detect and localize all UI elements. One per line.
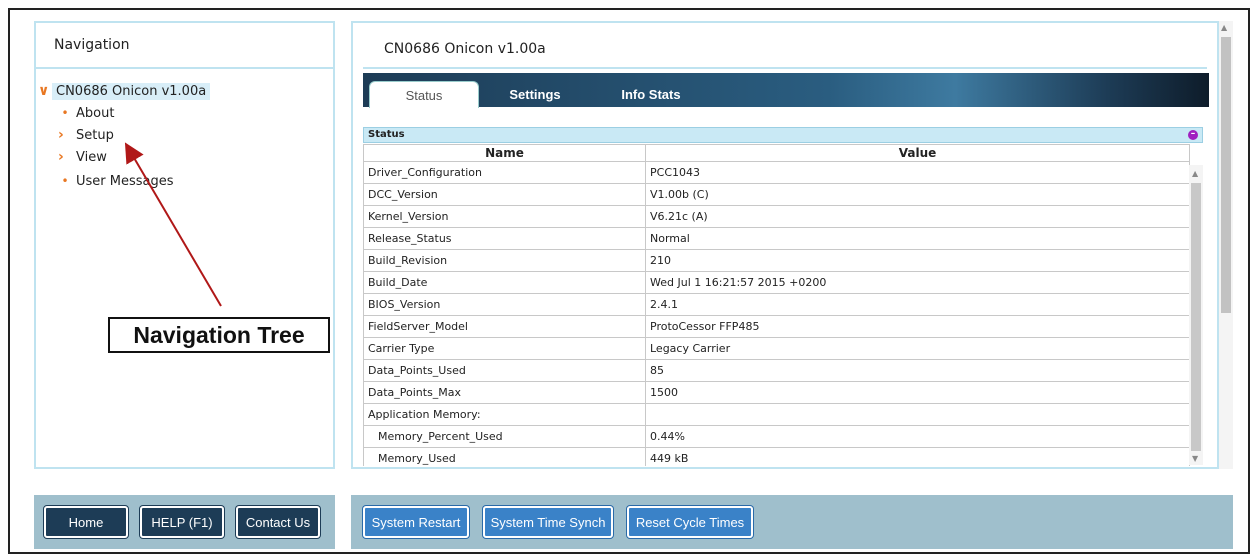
status-table-container: Name Value Driver_Configuration PCC1043 D…: [363, 144, 1203, 466]
table-row: Build_Date Wed Jul 1 16:21:57 2015 +0200: [363, 271, 1190, 294]
cell-name: Application Memory:: [363, 403, 646, 426]
tree-item-view[interactable]: › View: [58, 147, 107, 167]
cell-name: Memory_Percent_Used: [363, 425, 646, 448]
status-section-title: Status: [368, 129, 405, 140]
cell-name: Build_Date: [363, 271, 646, 294]
status-table: Name Value Driver_Configuration PCC1043 D…: [363, 144, 1190, 466]
cell-value: [645, 403, 1190, 426]
navigation-title: Navigation: [54, 37, 130, 53]
table-row: Carrier Type Legacy Carrier: [363, 337, 1190, 360]
cell-value: 449 kB: [645, 447, 1190, 466]
tab-status[interactable]: Status: [369, 81, 479, 108]
table-row: Application Memory:: [363, 403, 1190, 426]
contact-us-button[interactable]: Contact Us: [236, 506, 320, 538]
table-row: Memory_Percent_Used 0.44%: [363, 425, 1190, 448]
cell-name: Carrier Type: [363, 337, 646, 360]
scroll-down-icon[interactable]: ▼: [1192, 454, 1198, 463]
cell-value: PCC1043: [645, 161, 1190, 184]
table-row: FieldServer_Model ProtoCessor FFP485: [363, 315, 1190, 338]
table-row: BIOS_Version 2.4.1: [363, 293, 1190, 316]
cell-name: Release_Status: [363, 227, 646, 250]
cell-value: Legacy Carrier: [645, 337, 1190, 360]
cell-name: Driver_Configuration: [363, 161, 646, 184]
tree-item-label[interactable]: User Messages: [76, 174, 174, 189]
cell-name: FieldServer_Model: [363, 315, 646, 338]
table-header-row: Name Value: [363, 144, 1190, 162]
tree-item-about[interactable]: • About: [58, 103, 114, 123]
cell-value: V1.00b (C): [645, 183, 1190, 206]
home-button[interactable]: Home: [44, 506, 128, 538]
table-row: Kernel_Version V6.21c (A): [363, 205, 1190, 228]
cell-value: 1500: [645, 381, 1190, 404]
cell-name: BIOS_Version: [363, 293, 646, 316]
cell-value: Wed Jul 1 16:21:57 2015 +0200: [645, 271, 1190, 294]
cell-name: Build_Revision: [363, 249, 646, 272]
scroll-up-icon[interactable]: ▲: [1192, 169, 1198, 178]
cell-value: Normal: [645, 227, 1190, 250]
table-row: Data_Points_Max 1500: [363, 381, 1190, 404]
cell-value: ProtoCessor FFP485: [645, 315, 1190, 338]
table-scroll-thumb[interactable]: [1191, 183, 1201, 451]
table-row: Data_Points_Used 85: [363, 359, 1190, 382]
page-scroll-thumb[interactable]: [1221, 37, 1231, 313]
column-header-name: Name: [363, 144, 646, 162]
navigation-panel: Navigation ∨ CN0686 Onicon v1.00a • Abou…: [34, 21, 335, 469]
cell-value: 2.4.1: [645, 293, 1190, 316]
table-row: DCC_Version V1.00b (C): [363, 183, 1190, 206]
cell-name: Data_Points_Used: [363, 359, 646, 382]
tree-root[interactable]: ∨ CN0686 Onicon v1.00a: [36, 81, 211, 101]
table-scrollbar[interactable]: ▲ ▼: [1189, 165, 1203, 465]
table-row: Release_Status Normal: [363, 227, 1190, 250]
cell-value: 0.44%: [645, 425, 1190, 448]
tab-bar: Status Settings Info Stats: [363, 73, 1209, 108]
tree-item-setup[interactable]: › Setup: [58, 125, 114, 145]
divider: [36, 67, 333, 69]
main-panel: CN0686 Onicon v1.00a Status Settings Inf…: [351, 21, 1219, 469]
tree-root-label[interactable]: CN0686 Onicon v1.00a: [52, 82, 211, 100]
help-button[interactable]: HELP (F1): [140, 506, 224, 538]
footer-left-bar: Home HELP (F1) Contact Us: [34, 495, 335, 549]
chevron-down-icon[interactable]: ∨: [38, 83, 52, 99]
scroll-up-icon[interactable]: ▲: [1221, 23, 1227, 32]
collapse-icon[interactable]: –: [1188, 130, 1198, 140]
page-title: CN0686 Onicon v1.00a: [384, 41, 546, 57]
cell-name: Data_Points_Max: [363, 381, 646, 404]
chevron-right-icon[interactable]: ›: [58, 149, 72, 165]
tree-item-user-messages[interactable]: • User Messages: [58, 171, 174, 191]
page-scrollbar[interactable]: ▲: [1219, 21, 1233, 469]
cell-value: 85: [645, 359, 1190, 382]
tree-item-label[interactable]: View: [76, 150, 107, 165]
cell-name: Memory_Used: [363, 447, 646, 466]
divider: [363, 67, 1207, 69]
table-row: Driver_Configuration PCC1043: [363, 161, 1190, 184]
tab-info-stats[interactable]: Info Stats: [611, 81, 691, 107]
reset-cycle-times-button[interactable]: Reset Cycle Times: [627, 506, 753, 538]
tree-item-label[interactable]: About: [76, 106, 114, 121]
system-time-synch-button[interactable]: System Time Synch: [483, 506, 613, 538]
column-header-value: Value: [645, 144, 1190, 162]
cell-name: Kernel_Version: [363, 205, 646, 228]
bullet-icon: •: [61, 106, 69, 120]
table-row: Build_Revision 210: [363, 249, 1190, 272]
status-section-header[interactable]: Status –: [363, 127, 1203, 143]
table-row: Memory_Used 449 kB: [363, 447, 1190, 466]
tree-item-label[interactable]: Setup: [76, 128, 114, 143]
cell-value: V6.21c (A): [645, 205, 1190, 228]
annotation-label: Navigation Tree: [108, 317, 330, 353]
cell-value: 210: [645, 249, 1190, 272]
bullet-icon: •: [61, 174, 69, 188]
footer-right-bar: System Restart System Time Synch Reset C…: [351, 495, 1233, 549]
cell-name: DCC_Version: [363, 183, 646, 206]
tab-settings[interactable]: Settings: [495, 81, 575, 107]
system-restart-button[interactable]: System Restart: [363, 506, 469, 538]
chevron-right-icon[interactable]: ›: [58, 127, 72, 143]
